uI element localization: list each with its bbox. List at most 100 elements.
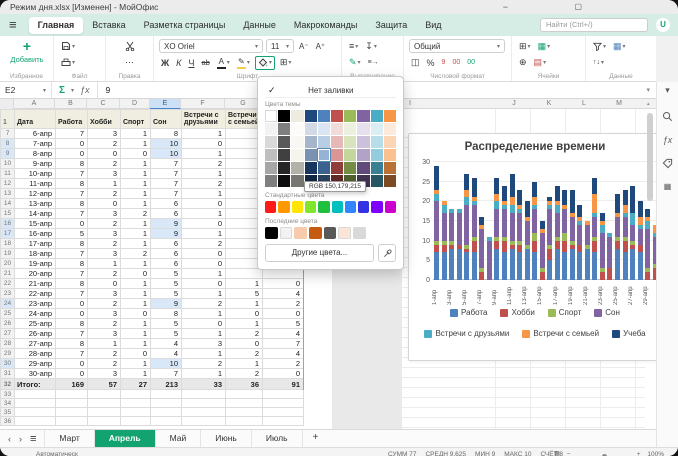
column-header-L[interactable]: L bbox=[568, 99, 600, 109]
cell[interactable]: 2 bbox=[182, 359, 226, 369]
color-swatch[interactable] bbox=[305, 162, 317, 174]
cell[interactable]: 5 bbox=[151, 269, 182, 279]
cell[interactable]: 0 bbox=[182, 139, 226, 149]
cell[interactable]: 1 bbox=[121, 359, 151, 369]
function-panel-icon[interactable]: ƒx bbox=[663, 135, 673, 145]
cell[interactable]: 1 bbox=[226, 319, 263, 329]
row-header[interactable]: 18 bbox=[1, 239, 15, 249]
cell[interactable]: 6 bbox=[151, 239, 182, 249]
chart-bar[interactable] bbox=[555, 186, 560, 280]
cell[interactable] bbox=[263, 408, 304, 417]
color-swatch[interactable] bbox=[371, 110, 383, 122]
chart-bar[interactable] bbox=[562, 190, 567, 280]
row-header[interactable]: 28 bbox=[1, 339, 15, 349]
cell[interactable]: 3 bbox=[88, 329, 121, 339]
cell[interactable]: 1 bbox=[182, 189, 226, 199]
cell[interactable]: 6 bbox=[151, 199, 182, 209]
cell[interactable]: 8 bbox=[56, 319, 88, 329]
color-swatch[interactable] bbox=[357, 149, 369, 161]
color-swatch[interactable] bbox=[384, 162, 396, 174]
cell[interactable]: 2 bbox=[263, 359, 304, 369]
chart-bar[interactable] bbox=[570, 190, 575, 280]
color-swatch[interactable] bbox=[278, 110, 290, 122]
cell[interactable]: 0 bbox=[182, 199, 226, 209]
chart-bar[interactable] bbox=[510, 174, 515, 280]
cell[interactable]: 2 bbox=[182, 159, 226, 169]
row-header[interactable]: 20 bbox=[1, 259, 15, 269]
cell[interactable]: 1 bbox=[121, 329, 151, 339]
cell[interactable]: 27-апр bbox=[15, 339, 56, 349]
cell[interactable]: 6 bbox=[151, 209, 182, 219]
cell[interactable]: 2 bbox=[88, 239, 121, 249]
color-swatch[interactable] bbox=[278, 201, 289, 213]
cell[interactable]: 1 bbox=[182, 229, 226, 239]
cell[interactable]: 2 bbox=[226, 349, 263, 359]
row-header[interactable]: 27 bbox=[1, 329, 15, 339]
cell[interactable] bbox=[88, 408, 121, 417]
minimize-icon[interactable]: − bbox=[503, 1, 508, 13]
cell[interactable]: 6 bbox=[151, 259, 182, 269]
collapse-panel-icon[interactable]: ▾ bbox=[665, 85, 670, 96]
save-button[interactable]: ▾ bbox=[59, 39, 77, 53]
vertical-scrollbar[interactable]: ▴ bbox=[646, 99, 655, 429]
cell[interactable] bbox=[151, 417, 182, 426]
print-button[interactable]: ▾ bbox=[59, 56, 77, 70]
cell[interactable]: 9 bbox=[151, 299, 182, 309]
cell[interactable]: 22-апр bbox=[15, 289, 56, 299]
color-swatch[interactable] bbox=[265, 162, 277, 174]
cell[interactable]: 169 bbox=[56, 379, 88, 390]
color-swatch[interactable] bbox=[278, 149, 290, 161]
cell[interactable]: 1 bbox=[182, 329, 226, 339]
percent-button[interactable]: % bbox=[425, 56, 437, 70]
insert-function-button[interactable]: ƒx bbox=[80, 85, 90, 95]
cell[interactable] bbox=[121, 408, 151, 417]
cell[interactable]: 5 bbox=[151, 329, 182, 339]
cell[interactable]: 1 bbox=[88, 179, 121, 189]
color-swatch[interactable] bbox=[384, 149, 396, 161]
cell[interactable]: 15-апр bbox=[15, 219, 56, 229]
cell[interactable]: Дата bbox=[15, 110, 56, 129]
color-swatch[interactable] bbox=[331, 136, 343, 148]
chart-bar[interactable] bbox=[449, 209, 454, 280]
menu-tab-Данные[interactable]: Данные bbox=[234, 17, 285, 34]
cell[interactable] bbox=[15, 399, 56, 408]
filter-button[interactable]: ▾ bbox=[591, 39, 608, 53]
highlight-button[interactable]: ✎▾ bbox=[235, 56, 252, 70]
row-header[interactable]: 36 bbox=[1, 417, 15, 426]
merge-cells-button[interactable]: ◫ bbox=[409, 56, 422, 70]
chart-bar[interactable] bbox=[607, 233, 612, 280]
cell[interactable]: 25-апр bbox=[15, 319, 56, 329]
cell[interactable]: 4 bbox=[151, 349, 182, 359]
cell[interactable]: 1 bbox=[226, 359, 263, 369]
color-swatch[interactable] bbox=[344, 123, 356, 135]
chevron-down-icon[interactable]: ▾ bbox=[71, 87, 74, 94]
sort-button[interactable]: ↑↓▾ bbox=[591, 56, 606, 70]
cell[interactable]: 0 bbox=[226, 309, 263, 319]
cell[interactable]: 0 bbox=[88, 199, 121, 209]
color-swatch[interactable] bbox=[265, 175, 277, 187]
avatar[interactable]: U bbox=[656, 18, 670, 32]
more-edit-button[interactable]: ⋯ bbox=[123, 56, 136, 70]
color-swatch[interactable] bbox=[291, 175, 303, 187]
menu-tab-Защита[interactable]: Защита bbox=[366, 17, 416, 34]
cell[interactable]: 0 bbox=[56, 299, 88, 309]
cell[interactable]: 0 bbox=[56, 219, 88, 229]
cell[interactable] bbox=[263, 269, 304, 279]
cell-reference-box[interactable]: E2 ▾ bbox=[0, 82, 52, 98]
chart-bar[interactable] bbox=[457, 209, 462, 280]
row-header[interactable]: 32 bbox=[1, 379, 15, 390]
cell[interactable] bbox=[88, 399, 121, 408]
color-swatch[interactable] bbox=[309, 227, 322, 239]
cell[interactable]: 29-апр bbox=[15, 359, 56, 369]
row-header[interactable]: 31 bbox=[1, 369, 15, 379]
menu-tab-Вставка[interactable]: Вставка bbox=[83, 17, 134, 34]
color-swatch[interactable] bbox=[345, 201, 356, 213]
cell[interactable]: 2 bbox=[226, 369, 263, 379]
cell[interactable]: 8-апр bbox=[15, 149, 56, 159]
column-header-A[interactable]: A bbox=[14, 99, 55, 109]
cell[interactable]: 2 bbox=[263, 299, 304, 309]
color-swatch[interactable] bbox=[344, 136, 356, 148]
cell[interactable]: 8 bbox=[56, 279, 88, 289]
cell[interactable]: 1 bbox=[182, 269, 226, 279]
zoom-out-icon[interactable]: − bbox=[567, 448, 571, 456]
